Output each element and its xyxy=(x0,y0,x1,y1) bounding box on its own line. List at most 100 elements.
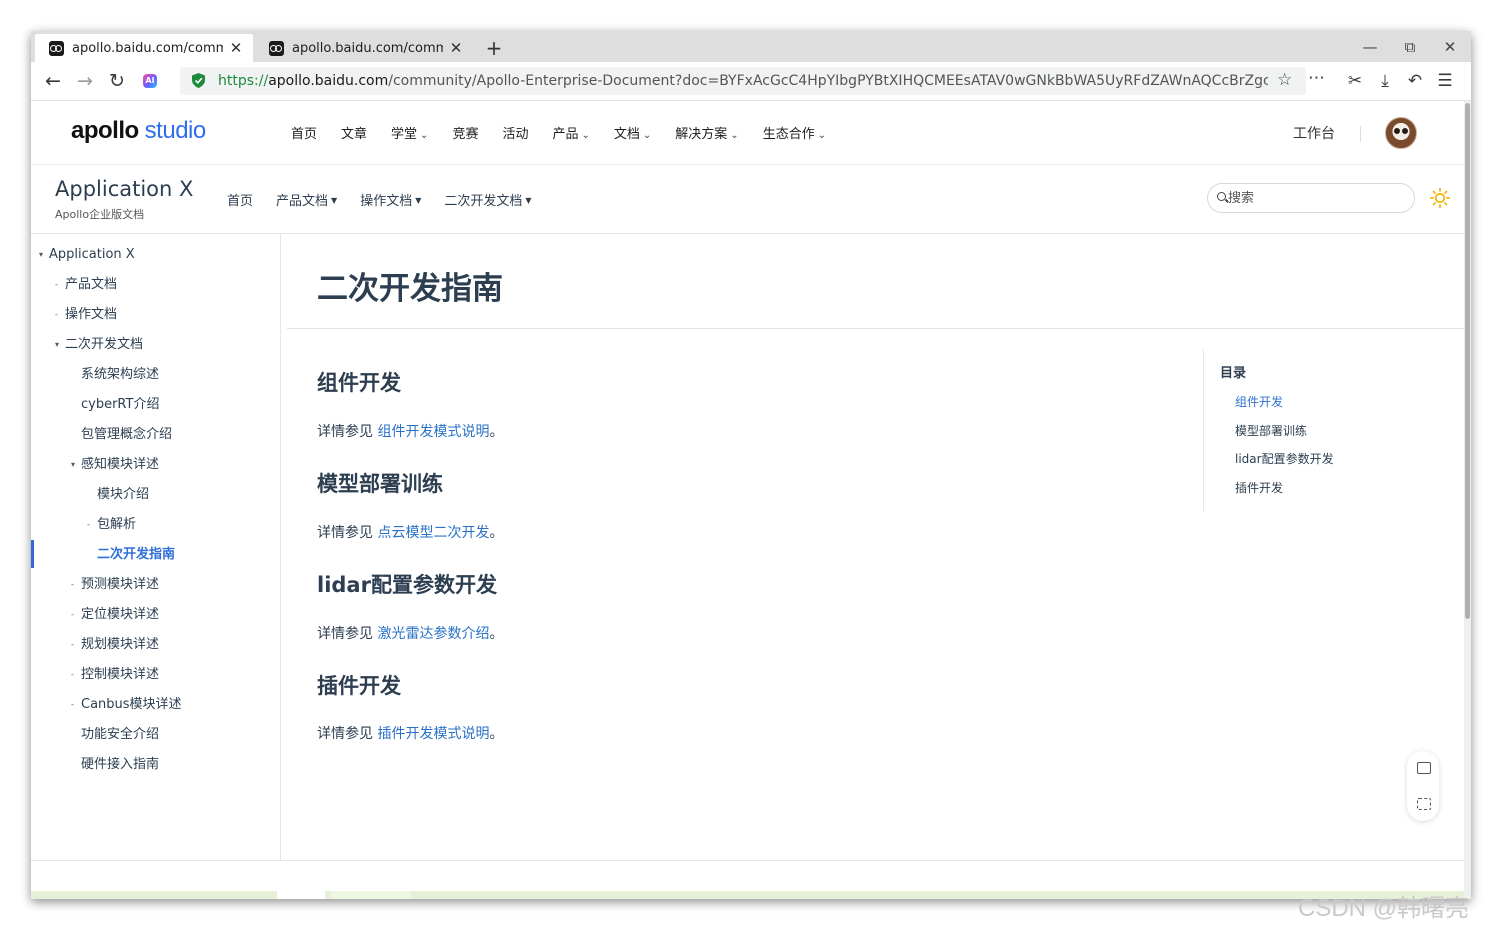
section-heading: 插件开发 xyxy=(317,674,401,698)
user-avatar[interactable] xyxy=(1385,117,1417,149)
section-paragraph: 详情参见 激光雷达参数介绍。 xyxy=(317,623,503,643)
menu-icon[interactable]: ☰ xyxy=(1433,69,1457,93)
back-icon[interactable]: ← xyxy=(41,69,65,93)
sidebar-item-label: 包解析 xyxy=(97,517,137,532)
sidebar-item[interactable]: - 规划模块详述 xyxy=(71,630,159,660)
sidebar-item[interactable]: - 包解析 xyxy=(87,510,136,540)
collapse-toggle-icon[interactable]: - xyxy=(71,600,81,630)
expand-caret-icon[interactable]: ▾ xyxy=(71,450,81,480)
collapse-toggle-icon[interactable]: - xyxy=(87,510,97,540)
sidebar-item[interactable]: cyberRT介绍 xyxy=(71,390,159,420)
site-nav-item[interactable]: 首页 xyxy=(291,123,317,142)
doc-nav-item[interactable]: 操作文档 ▼ xyxy=(360,190,421,209)
doc-link[interactable]: 点云模型二次开发 xyxy=(377,525,489,541)
restore-icon[interactable]: ⧉ xyxy=(1391,35,1429,59)
doc-site-title[interactable]: Application X xyxy=(55,177,193,201)
doc-link[interactable]: 插件开发模式说明 xyxy=(377,726,489,742)
screenshot-scissors-icon[interactable]: ✂ xyxy=(1343,69,1367,93)
sidebar-item[interactable]: 包管理概念介绍 xyxy=(71,420,172,450)
workbench-link[interactable]: 工作台 xyxy=(1293,123,1335,143)
floating-toolbar xyxy=(1407,751,1439,821)
doc-link[interactable]: 组件开发模式说明 xyxy=(377,424,489,440)
site-nav-item[interactable]: 文档 ⌄ xyxy=(614,123,651,142)
search-box[interactable] xyxy=(1207,183,1415,213)
sidebar-item[interactable]: - 预测模块详述 xyxy=(71,570,159,600)
site-nav-item[interactable]: 活动 xyxy=(502,123,528,142)
site-header: apollo studio 首页 文章 学堂 ⌄ 竞赛 活动 产品 ⌄ 文档 ⌄ 解决方… xyxy=(31,101,1471,165)
ai-assistant-icon[interactable]: AI xyxy=(143,74,157,88)
caret-down-icon: ▼ xyxy=(525,195,532,205)
sidebar-item-label: Application X xyxy=(49,247,135,262)
forward-icon[interactable]: → xyxy=(73,69,97,93)
theme-toggle-sun-icon[interactable] xyxy=(1430,188,1450,208)
nav-label: 解决方案 xyxy=(675,127,728,142)
address-bar[interactable]: https://apollo.baidu.com/community/Apoll… xyxy=(180,67,1325,95)
feedback-icon[interactable] xyxy=(1417,762,1431,774)
search-input[interactable] xyxy=(1228,188,1398,208)
chevron-down-icon: ⌄ xyxy=(420,130,429,141)
browser-tab-1[interactable]: apollo.baidu.com/community/Apollo-Enterp… xyxy=(35,34,253,62)
sidebar-item[interactable]: 硬件接入指南 xyxy=(71,750,159,780)
site-nav-item[interactable]: 文章 xyxy=(341,123,367,142)
site-nav-item[interactable]: 解决方案 ⌄ xyxy=(675,123,738,142)
toc-item[interactable]: lidar配置参数开发 xyxy=(1235,450,1334,467)
toc-item[interactable]: 模型部署训练 xyxy=(1235,422,1307,439)
sidebar-item[interactable]: ▾ 二次开发文档 xyxy=(55,330,143,360)
sidebar-item[interactable]: ▾ Application X xyxy=(39,240,135,270)
sidebar-item[interactable]: 功能安全介绍 xyxy=(71,720,159,750)
doc-nav-label: 产品文档 xyxy=(276,193,329,209)
close-tab-icon[interactable]: ✕ xyxy=(229,39,243,57)
bookmark-star-icon[interactable]: ☆ xyxy=(1277,70,1292,90)
url-text[interactable]: https://apollo.baidu.com/community/Apoll… xyxy=(218,67,1268,95)
expand-caret-icon[interactable]: ▾ xyxy=(55,330,65,360)
csdn-watermark: CSDN @韩曙亮 xyxy=(1298,895,1470,922)
sidebar-item[interactable]: - 操作文档 xyxy=(55,300,117,330)
close-window-icon[interactable]: ✕ xyxy=(1431,35,1469,59)
sidebar-item[interactable]: - 定位模块详述 xyxy=(71,600,159,630)
scan-icon[interactable] xyxy=(1417,798,1431,810)
doc-link[interactable]: 激光雷达参数介绍 xyxy=(377,626,489,642)
sidebar-item-label: Canbus模块详述 xyxy=(81,697,182,712)
sidebar-item[interactable]: ▾ 感知模块详述 xyxy=(71,450,159,480)
collapse-toggle-icon[interactable]: - xyxy=(71,570,81,600)
expand-caret-icon[interactable]: ▾ xyxy=(39,240,49,270)
nav-label: 首页 xyxy=(291,127,318,142)
reload-icon[interactable]: ↻ xyxy=(105,69,129,93)
section-paragraph: 详情参见 插件开发模式说明。 xyxy=(317,723,503,743)
undo-icon[interactable]: ↶ xyxy=(1403,69,1427,93)
sidebar-item[interactable]: - 产品文档 xyxy=(55,270,117,300)
doc-nav-item[interactable]: 产品文档 ▼ xyxy=(276,190,337,209)
site-nav: 首页 文章 学堂 ⌄ 竞赛 活动 产品 ⌄ 文档 ⌄ 解决方案 ⌄ 生态合作 ⌄ xyxy=(291,101,850,164)
para-prefix: 详情参见 xyxy=(317,424,378,440)
download-icon[interactable]: ⤓ xyxy=(1373,69,1397,93)
site-nav-item[interactable]: 生态合作 ⌄ xyxy=(763,123,826,142)
sidebar-item[interactable]: 系统架构综述 xyxy=(71,360,159,390)
page-title: 二次开发指南 xyxy=(317,271,503,307)
page-scrollbar[interactable] xyxy=(1464,101,1471,899)
sidebar-item[interactable]: - Canbus模块详述 xyxy=(71,690,182,720)
section-heading: 组件开发 xyxy=(317,371,401,395)
site-nav-item[interactable]: 竞赛 xyxy=(452,123,478,142)
collapse-toggle-icon[interactable]: - xyxy=(71,630,81,660)
collapse-toggle-icon[interactable]: - xyxy=(71,660,81,690)
toc-item[interactable]: 插件开发 xyxy=(1235,479,1283,496)
more-options-icon[interactable]: ⋯ xyxy=(1308,68,1326,88)
apollo-studio-logo[interactable]: apollo studio xyxy=(71,117,206,145)
minimize-icon[interactable]: — xyxy=(1351,35,1389,59)
doc-nav-item[interactable]: 首页 xyxy=(227,190,253,209)
close-tab-icon[interactable]: ✕ xyxy=(449,39,463,57)
collapse-toggle-icon[interactable]: - xyxy=(71,690,81,720)
new-tab-button[interactable]: + xyxy=(481,34,507,62)
sidebar-item[interactable]: 二次开发指南 xyxy=(87,540,175,570)
browser-tab-2[interactable]: apollo.baidu.com/community/Apollo-Enterp… xyxy=(255,34,473,62)
scrollbar-thumb[interactable] xyxy=(1465,103,1470,619)
sidebar-item-label: 控制模块详述 xyxy=(81,667,160,682)
collapse-toggle-icon[interactable]: - xyxy=(55,270,65,300)
site-nav-item[interactable]: 产品 ⌄ xyxy=(552,123,589,142)
collapse-toggle-icon[interactable]: - xyxy=(55,300,65,330)
site-nav-item[interactable]: 学堂 ⌄ xyxy=(391,123,428,142)
doc-nav-item[interactable]: 二次开发文档 ▼ xyxy=(444,190,531,209)
sidebar-item[interactable]: 模块介绍 xyxy=(87,480,149,510)
toc-item[interactable]: 组件开发 xyxy=(1235,393,1283,410)
sidebar-item[interactable]: - 控制模块详述 xyxy=(71,660,159,690)
